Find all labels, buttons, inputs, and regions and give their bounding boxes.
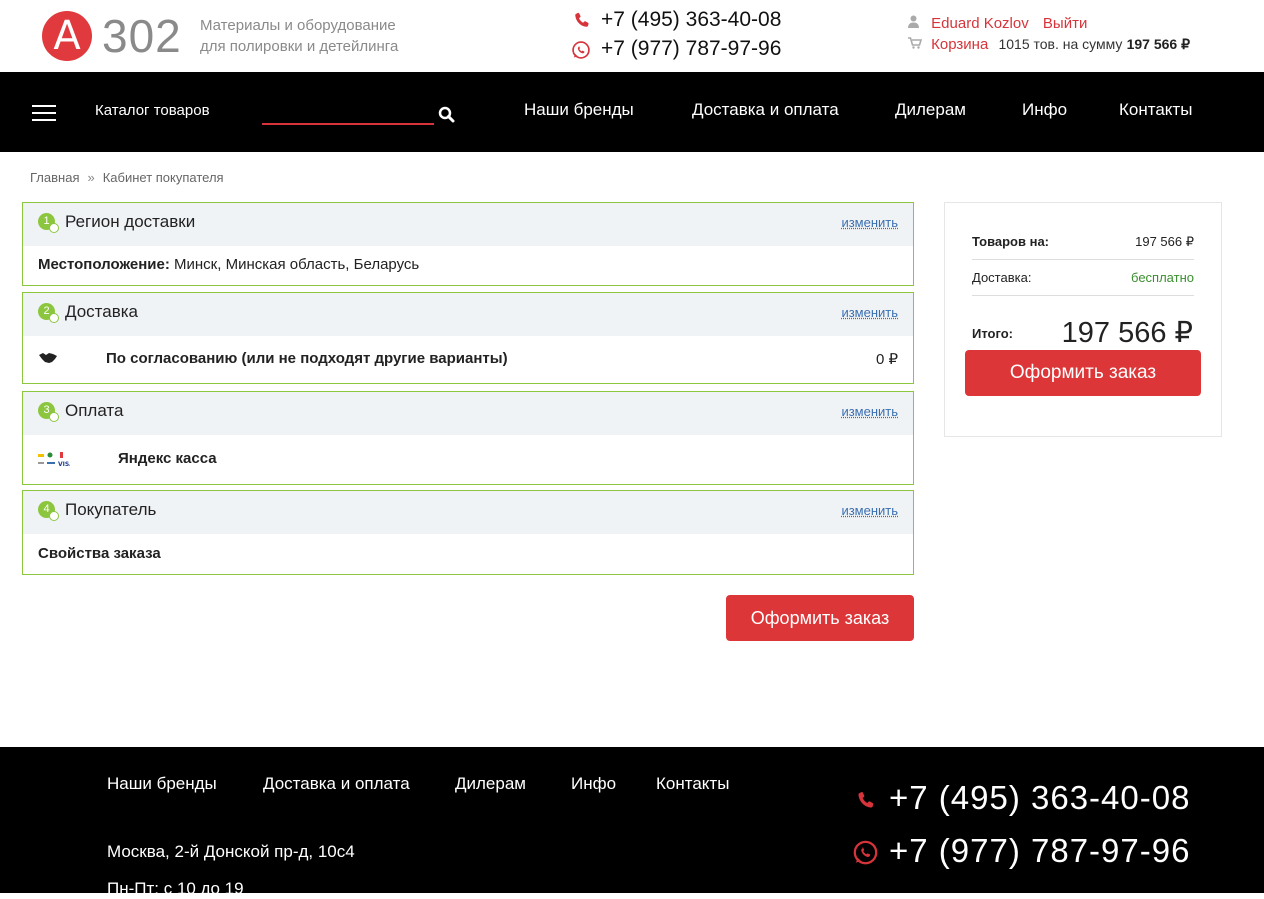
nav-contacts[interactable]: Контакты: [1119, 100, 1192, 120]
buyer-body: Свойства заказа: [23, 534, 913, 562]
summary-goods-label: Товаров на:: [972, 234, 1049, 249]
location-value: Минск, Минская область, Беларусь: [174, 256, 419, 273]
footer-address: Москва, 2-й Донской пр-д, 10с4: [107, 842, 355, 862]
catalog-link[interactable]: Каталог товаров: [95, 102, 210, 119]
step-badge: 1: [38, 213, 55, 230]
breadcrumb: Главная » Кабинет покупателя: [30, 170, 224, 185]
summary-goods-value: 197 566 ₽: [1135, 233, 1194, 251]
svg-text:VISA: VISA: [58, 461, 70, 468]
footer-whatsapp-icon: [852, 839, 879, 866]
header-phone-1[interactable]: +7 (495) 363-40-08: [601, 6, 781, 34]
delivery-option[interactable]: По согласованию (или не подходят другие …: [106, 350, 508, 367]
breadcrumb-current: Кабинет покупателя: [103, 170, 224, 185]
main-navbar: Каталог товаров Наши бренды Доставка и о…: [0, 72, 1264, 152]
site-header: A 302 Материалы и оборудование для полир…: [0, 0, 1264, 72]
logo-number[interactable]: 302: [102, 10, 182, 62]
footer-nav-contacts[interactable]: Контакты: [656, 774, 729, 794]
payment-body: VISA Яндекс касса: [23, 435, 913, 485]
user-icon: [908, 14, 921, 34]
region-block-header: 1 Регион доставки изменить: [23, 203, 913, 246]
cart-summary: 1015 тов. на сумму: [998, 36, 1122, 52]
step-badge: 3: [38, 402, 55, 419]
user-name-link[interactable]: Eduard Kozlov: [931, 15, 1029, 32]
footer-hours: Пн-Пт: с 10 до 19: [107, 879, 244, 899]
delivery-change-link[interactable]: изменить: [841, 305, 898, 320]
nav-brands[interactable]: Наши бренды: [524, 100, 634, 120]
buyer-title: Покупатель: [65, 500, 156, 520]
order-properties-label: Свойства заказа: [38, 545, 161, 562]
footer-nav-delivery[interactable]: Доставка и оплата: [263, 774, 410, 794]
payment-title: Оплата: [65, 401, 123, 421]
whatsapp-icon: [571, 40, 591, 60]
footer-phone-icon: [856, 789, 876, 811]
site-footer: Наши бренды Доставка и оплата Дилерам Ин…: [0, 747, 1264, 893]
check-icon: [49, 313, 59, 323]
cart-icon: [908, 35, 923, 55]
handshake-icon: [38, 352, 58, 364]
delivery-block-header: 2 Доставка изменить: [23, 293, 913, 336]
payment-change-link[interactable]: изменить: [841, 404, 898, 419]
summary-divider: [972, 259, 1194, 260]
nav-dealers[interactable]: Дилерам: [895, 100, 966, 120]
payment-methods-icon: VISA: [38, 452, 70, 468]
check-icon: [49, 511, 59, 521]
footer-phone-1[interactable]: +7 (495) 363-40-08: [889, 779, 1190, 817]
delivery-block: 2 Доставка изменить По согласованию (или…: [22, 292, 914, 384]
nav-info[interactable]: Инфо: [1022, 100, 1067, 120]
search-input[interactable]: [262, 100, 434, 123]
region-block: 1 Регион доставки изменить Местоположени…: [22, 202, 914, 286]
cart-line: Корзина 1015 тов. на сумму 197 566 ₽: [908, 34, 1190, 55]
summary-total-value: 197 566 ₽: [1062, 315, 1193, 350]
summary-delivery-row: Доставка: бесплатно: [972, 269, 1194, 287]
cart-total: 197 566 ₽: [1127, 36, 1190, 52]
footer-nav-info[interactable]: Инфо: [571, 774, 616, 794]
region-body: Местоположение: Минск, Минская область, …: [23, 246, 913, 273]
tagline-line-2: для полировки и детейлинга: [200, 36, 440, 57]
phone-icon: [573, 11, 591, 29]
footer-phone-2[interactable]: +7 (977) 787-97-96: [889, 832, 1190, 870]
tagline-line-1: Материалы и оборудование: [200, 15, 440, 36]
payment-option[interactable]: Яндекс касса: [118, 450, 217, 467]
delivery-price: 0 ₽: [876, 350, 898, 368]
logo-badge[interactable]: A: [42, 11, 92, 61]
order-summary: Товаров на: 197 566 ₽ Доставка: бесплатн…: [944, 202, 1222, 437]
delivery-body: По согласованию (или не подходят другие …: [23, 336, 913, 384]
breadcrumb-home[interactable]: Главная: [30, 170, 79, 185]
logout-link[interactable]: Выйти: [1043, 15, 1087, 32]
summary-goods-row: Товаров на: 197 566 ₽: [972, 233, 1194, 251]
cart-link[interactable]: Корзина: [931, 36, 988, 53]
step-badge: 4: [38, 501, 55, 518]
payment-block: 3 Оплата изменить VISA Яндекс касса: [22, 391, 914, 485]
footer-nav-dealers[interactable]: Дилерам: [455, 774, 526, 794]
payment-block-header: 3 Оплата изменить: [23, 392, 913, 435]
region-title: Регион доставки: [65, 212, 195, 232]
delivery-title: Доставка: [65, 302, 138, 322]
summary-delivery-value: бесплатно: [1131, 269, 1194, 287]
place-order-button[interactable]: Оформить заказ: [726, 595, 914, 641]
summary-delivery-label: Доставка:: [972, 270, 1031, 285]
buyer-block: 4 Покупатель изменить Свойства заказа: [22, 490, 914, 575]
footer-nav-brands[interactable]: Наши бренды: [107, 774, 217, 794]
nav-delivery[interactable]: Доставка и оплата: [692, 100, 839, 120]
search-icon[interactable]: [438, 106, 455, 123]
check-icon: [49, 223, 59, 233]
summary-divider: [972, 295, 1194, 296]
header-phone-2[interactable]: +7 (977) 787-97-96: [601, 35, 781, 63]
tagline: Материалы и оборудование для полировки и…: [200, 15, 440, 57]
summary-order-button[interactable]: Оформить заказ: [965, 350, 1201, 396]
check-icon: [49, 412, 59, 422]
region-change-link[interactable]: изменить: [841, 215, 898, 230]
location-label: Местоположение:: [38, 256, 170, 273]
buyer-block-header: 4 Покупатель изменить: [23, 491, 913, 534]
step-badge: 2: [38, 303, 55, 320]
buyer-change-link[interactable]: изменить: [841, 503, 898, 518]
search-underline: [262, 123, 434, 125]
menu-burger-icon[interactable]: [32, 105, 56, 121]
breadcrumb-separator-icon: »: [87, 170, 94, 185]
user-area: Eduard Kozlov Выйти: [908, 14, 1087, 34]
summary-total-label: Итого:: [972, 326, 1013, 341]
